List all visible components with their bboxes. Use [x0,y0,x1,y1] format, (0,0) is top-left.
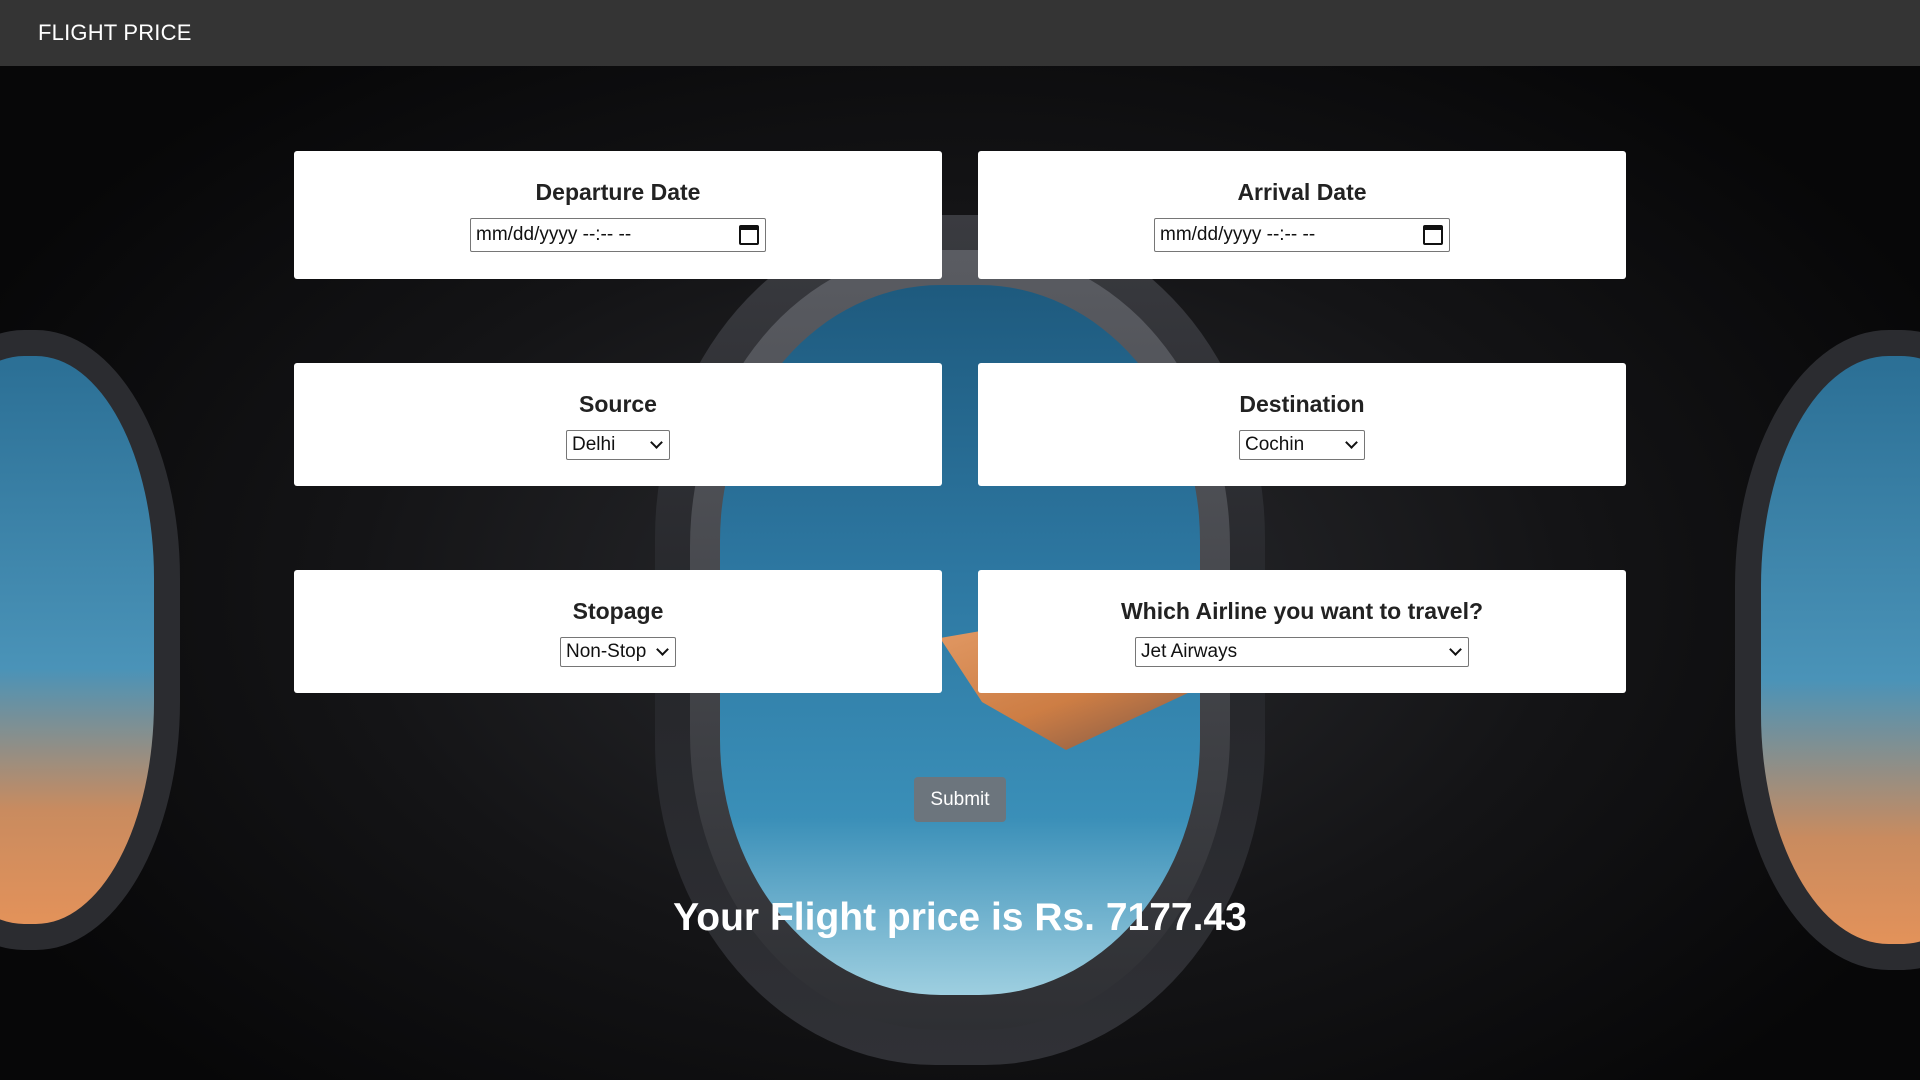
source-card: Source Delhi [294,363,942,486]
departure-date-value: mm/dd/yyyy --:-- -- [476,224,632,245]
chevron-down-icon [650,436,663,449]
navbar: FLIGHT PRICE [0,0,1920,66]
source-selected-value: Delhi [572,434,616,455]
stopage-selected-value: Non-Stop [566,641,647,662]
arrival-date-card: Arrival Date mm/dd/yyyy --:-- -- [978,151,1626,279]
destination-selected-value: Cochin [1245,434,1305,455]
airline-select[interactable]: Jet Airways [1135,637,1469,667]
chevron-down-icon [1345,436,1358,449]
departure-date-card: Departure Date mm/dd/yyyy --:-- -- [294,151,942,279]
airline-card: Which Airline you want to travel? Jet Ai… [978,570,1626,693]
airline-selected-value: Jet Airways [1141,641,1238,662]
chevron-down-icon [1449,643,1462,656]
destination-card: Destination Cochin [978,363,1626,486]
submit-button[interactable]: Submit [914,777,1006,822]
arrival-date-value: mm/dd/yyyy --:-- -- [1160,224,1316,245]
stopage-select[interactable]: Non-Stop [560,637,676,667]
departure-date-input[interactable]: mm/dd/yyyy --:-- -- [470,218,766,252]
calendar-icon[interactable] [739,225,759,245]
stopage-label: Stopage [572,598,664,624]
destination-label: Destination [1239,391,1365,417]
arrival-date-input[interactable]: mm/dd/yyyy --:-- -- [1154,218,1450,252]
airline-label: Which Airline you want to travel? [1120,598,1484,624]
arrival-date-label: Arrival Date [1237,179,1367,205]
stopage-card: Stopage Non-Stop [294,570,942,693]
navbar-brand[interactable]: FLIGHT PRICE [38,20,192,46]
departure-date-label: Departure Date [535,179,701,205]
calendar-icon[interactable] [1423,225,1443,245]
source-select[interactable]: Delhi [566,430,670,460]
source-label: Source [579,391,657,417]
chevron-down-icon [656,643,669,656]
destination-select[interactable]: Cochin [1239,430,1365,460]
flight-price-result: Your Flight price is Rs. 7177.43 [673,896,1247,939]
